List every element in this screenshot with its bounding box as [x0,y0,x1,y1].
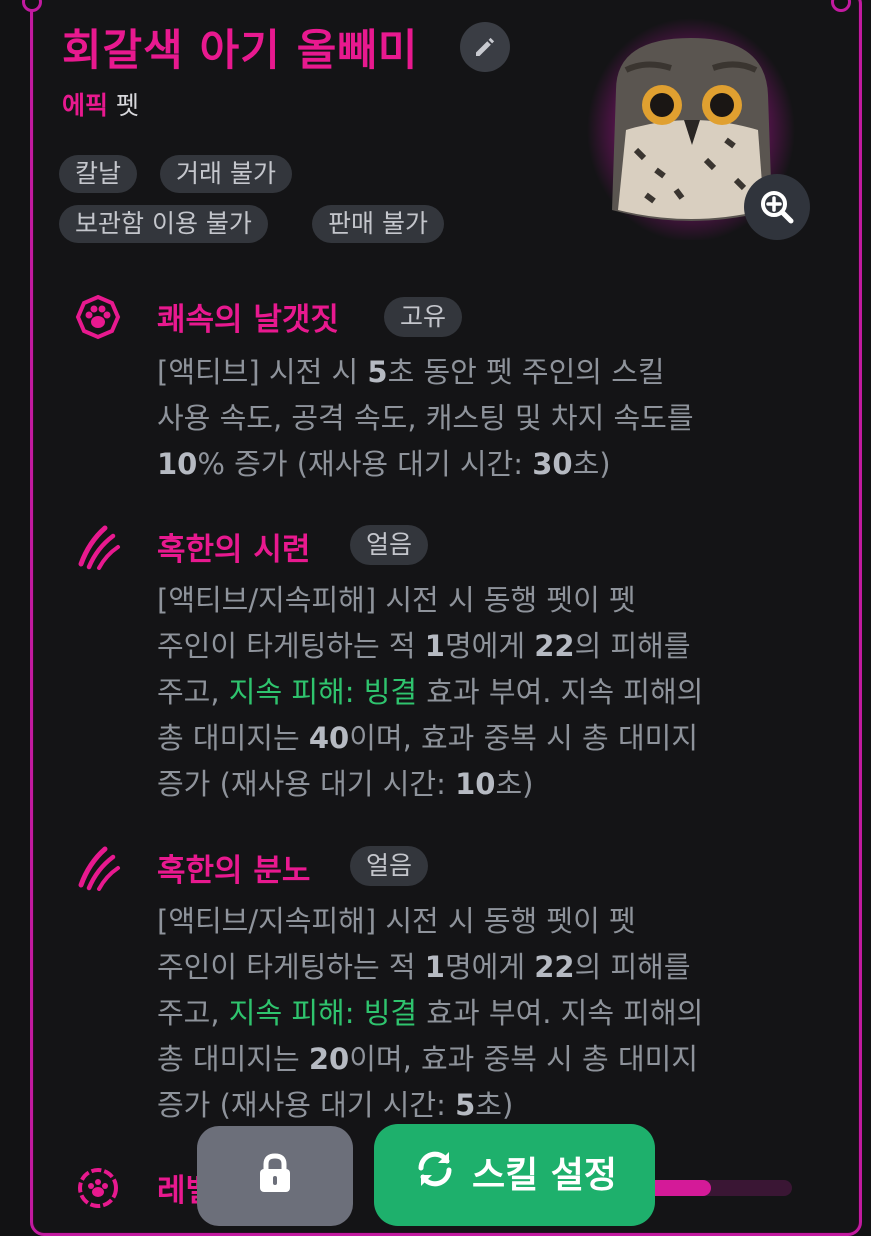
paw-badge-icon [75,294,121,340]
zoom-in-icon [761,191,794,224]
tag-no-storage: 보관함 이용 불가 [59,205,268,243]
refresh-icon [418,1151,452,1187]
rename-button[interactable] [460,22,510,72]
skill-description: [액티브/지속피해] 시전 시 동행 펫이 펫 주인이 타게팅하는 적 1명에게… [157,904,704,1122]
pet-type-label: 펫 [115,91,139,120]
pet-name: 회갈색 아기 올빼미 [62,26,419,76]
skill-name: 혹한의 시련 [157,532,311,568]
tag-untradable: 거래 불가 [160,155,292,193]
skill-description: [액티브/지속피해] 시전 시 동행 펫이 펫 주인이 타게팅하는 적 1명에게… [157,583,704,801]
grade-label: 에픽 [62,91,109,120]
tag-unsellable: 판매 불가 [312,205,444,243]
pet-grade-line: 에픽 펫 [62,86,139,122]
lock-button[interactable] [197,1126,353,1226]
pencil-icon [476,37,495,56]
skill-badge: 고유 [384,297,463,337]
claw-icon [78,525,120,570]
skill-name: 혹한의 분노 [157,853,311,889]
skill-settings-button[interactable]: 스킬 설정 [374,1124,655,1226]
level-progress-bar [640,1180,792,1196]
lock-icon [260,1153,290,1192]
skill-name: 쾌속의 날갯짓 [157,302,339,338]
skill-badge: 얼음 [350,846,429,886]
skill-badge: 얼음 [350,525,429,565]
tag-blade: 칼날 [59,155,138,193]
claw-icon [78,846,120,891]
skill-description: [액티브] 시전 시 5초 동안 펫 주인의 스킬 사용 속도, 공격 속도, … [157,355,694,481]
skill-settings-label: 스킬 설정 [471,1155,617,1196]
zoom-button[interactable] [744,174,810,240]
flower-badge-icon [78,1168,118,1208]
